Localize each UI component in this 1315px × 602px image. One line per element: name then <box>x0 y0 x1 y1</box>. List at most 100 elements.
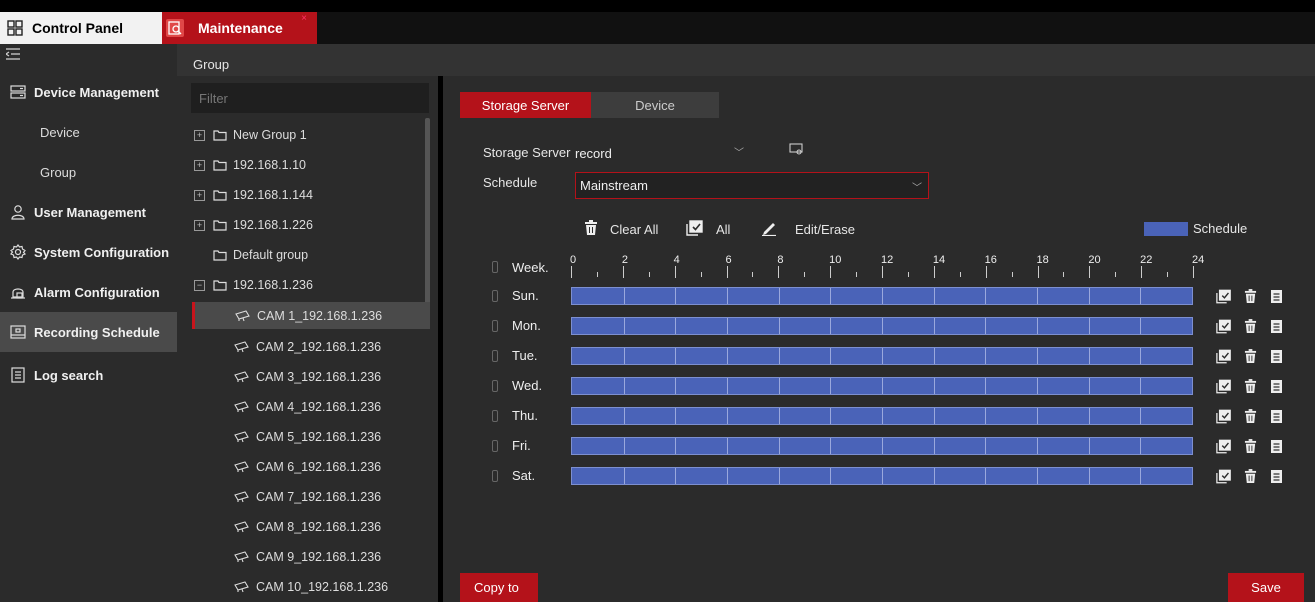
day-checkbox[interactable] <box>492 350 498 362</box>
edit-erase-button[interactable]: Edit/Erase <box>761 219 855 239</box>
schedule-segment-divider <box>985 468 987 484</box>
trash-icon[interactable] <box>1242 348 1258 364</box>
schedule-select[interactable]: Mainstream ﹀ <box>575 172 929 199</box>
trash-icon[interactable] <box>1242 438 1258 454</box>
sidebar-item-system-configuration[interactable]: System Configuration <box>0 232 177 272</box>
tab-control-panel[interactable]: Control Panel <box>0 12 162 44</box>
storage-settings-icon[interactable] <box>789 142 803 159</box>
tree-group-192-168-1-10[interactable]: + 192.168.1.10 <box>194 152 434 178</box>
tree-camera-cam-7[interactable]: CAM 7_192.168.1.236 <box>194 484 434 510</box>
collapse-menu-icon[interactable] <box>4 48 20 60</box>
schedule-segment-divider <box>933 318 935 334</box>
storage-server-select[interactable]: record ﹀ <box>575 142 750 164</box>
tree-group-192-168-1-236[interactable]: − 192.168.1.236 <box>194 272 434 298</box>
trash-icon[interactable] <box>1242 468 1258 484</box>
copy-icon[interactable] <box>1268 318 1284 334</box>
tab-maintenance-label: Maintenance <box>198 20 283 36</box>
sidebar-item-group[interactable]: Group <box>0 152 177 192</box>
day-checkbox[interactable] <box>492 290 498 302</box>
sidebar-item-recording-schedule[interactable]: Recording Schedule <box>0 312 177 352</box>
tab-control-panel-label: Control Panel <box>32 20 124 36</box>
copy-icon[interactable] <box>1268 348 1284 364</box>
day-row-actions <box>1216 377 1284 395</box>
close-icon[interactable]: × <box>301 13 307 24</box>
select-all-button[interactable]: All <box>686 219 730 239</box>
schedule-segment-divider <box>1088 438 1090 454</box>
tree-camera-cam-1[interactable]: CAM 1_192.168.1.236 <box>192 302 430 329</box>
schedule-segment-divider <box>882 438 883 454</box>
expand-icon[interactable]: + <box>194 129 205 141</box>
tab-device[interactable]: Device <box>591 92 719 118</box>
select-all-icon[interactable] <box>1216 378 1232 394</box>
copy-to-button[interactable]: Copy to <box>460 573 538 602</box>
schedule-segment-divider <box>830 318 832 334</box>
expand-icon[interactable]: + <box>194 219 205 231</box>
trash-icon[interactable] <box>1242 318 1258 334</box>
tree-group-192-168-1-144[interactable]: + 192.168.1.144 <box>194 182 434 208</box>
tab-storage-server[interactable]: Storage Server <box>460 92 591 118</box>
tree-group-new-group-1[interactable]: + New Group 1 <box>194 122 434 148</box>
day-checkbox[interactable] <box>492 320 498 332</box>
tree-camera-cam-5[interactable]: CAM 5_192.168.1.236 <box>194 424 434 450</box>
schedule-segment-divider <box>1037 468 1038 484</box>
day-schedule-bar[interactable] <box>571 407 1193 425</box>
select-all-icon[interactable] <box>1216 468 1232 484</box>
day-schedule-bar[interactable] <box>571 317 1193 335</box>
day-schedule-bar[interactable] <box>571 437 1193 455</box>
camera-icon <box>234 401 249 413</box>
select-all-icon[interactable] <box>1216 318 1232 334</box>
expand-icon[interactable]: + <box>194 189 205 201</box>
sidebar-item-alarm-configuration[interactable]: Alarm Configuration <box>0 272 177 312</box>
tree-camera-cam-10[interactable]: CAM 10_192.168.1.236 <box>194 574 434 600</box>
tree-group-default-group[interactable]: Default group <box>194 242 434 268</box>
sidebar-item-user-management[interactable]: User Management <box>0 192 177 232</box>
day-checkbox[interactable] <box>492 440 498 452</box>
select-all-icon[interactable] <box>1216 408 1232 424</box>
filter-input[interactable]: Filter <box>191 83 429 113</box>
tree-camera-cam-9[interactable]: CAM 9_192.168.1.236 <box>194 544 434 570</box>
sidebar-item-log-search[interactable]: Log search <box>0 355 177 395</box>
copy-icon[interactable] <box>1268 288 1284 304</box>
tree-camera-cam-4[interactable]: CAM 4_192.168.1.236 <box>194 394 434 420</box>
collapse-icon[interactable]: − <box>194 279 205 291</box>
sidebar-item-label: System Configuration <box>34 244 170 260</box>
copy-icon[interactable] <box>1268 438 1284 454</box>
device-management-icon <box>10 84 26 100</box>
week-checkbox[interactable] <box>492 261 498 273</box>
clear-all-button[interactable]: Clear All <box>584 219 658 239</box>
tree-camera-cam-6[interactable]: CAM 6_192.168.1.236 <box>194 454 434 480</box>
day-schedule-bar[interactable] <box>571 347 1193 365</box>
tree-camera-cam-2[interactable]: CAM 2_192.168.1.236 <box>194 334 434 360</box>
day-schedule-bar[interactable] <box>571 377 1193 395</box>
day-checkbox[interactable] <box>492 380 498 392</box>
schedule-segment-divider <box>778 348 780 364</box>
expand-icon[interactable]: + <box>194 159 205 171</box>
tree-camera-cam-3[interactable]: CAM 3_192.168.1.236 <box>194 364 434 390</box>
copy-icon[interactable] <box>1268 468 1284 484</box>
tab-maintenance[interactable]: Maintenance × <box>162 12 317 44</box>
day-row-actions <box>1216 467 1284 485</box>
sidebar-item-device[interactable]: Device <box>0 112 177 152</box>
sidebar-item-device-management[interactable]: Device Management <box>0 72 177 112</box>
day-schedule-bar[interactable] <box>571 467 1193 485</box>
trash-icon[interactable] <box>1242 288 1258 304</box>
tree-camera-cam-8[interactable]: CAM 8_192.168.1.236 <box>194 514 434 540</box>
camera-icon <box>234 371 249 383</box>
maintenance-icon <box>166 19 184 37</box>
schedule-segment-divider <box>623 288 625 304</box>
trash-icon[interactable] <box>1242 378 1258 394</box>
copy-icon[interactable] <box>1268 408 1284 424</box>
tree-group-192-168-1-226[interactable]: + 192.168.1.226 <box>194 212 434 238</box>
select-all-icon[interactable] <box>1216 288 1232 304</box>
save-button[interactable]: Save <box>1228 573 1304 602</box>
trash-icon[interactable] <box>1242 408 1258 424</box>
copy-icon[interactable] <box>1268 378 1284 394</box>
hour-tick-mark <box>1037 266 1039 278</box>
day-schedule-bar[interactable] <box>571 287 1193 305</box>
day-checkbox[interactable] <box>492 410 498 422</box>
select-all-icon[interactable] <box>1216 438 1232 454</box>
schedule-segment-divider <box>675 378 677 394</box>
main-panel: Storage Server Device Storage Server rec… <box>443 76 1315 602</box>
day-checkbox[interactable] <box>492 470 498 482</box>
select-all-icon[interactable] <box>1216 348 1232 364</box>
